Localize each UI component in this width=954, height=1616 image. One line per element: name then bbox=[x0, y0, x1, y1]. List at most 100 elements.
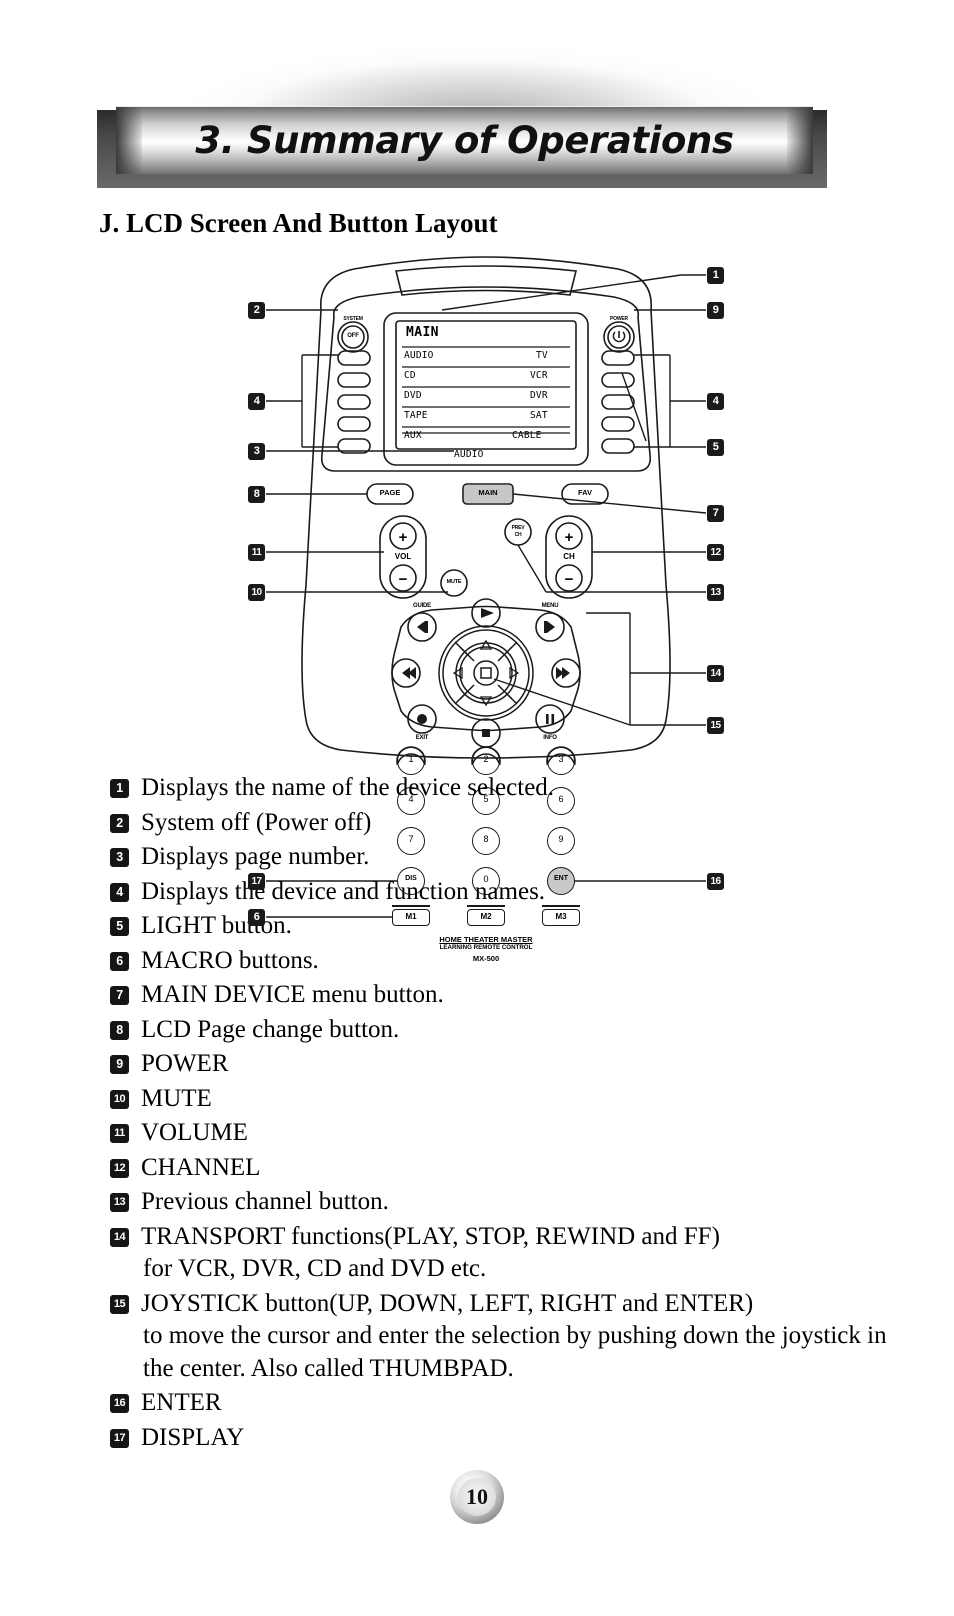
legend-text-9: POWER bbox=[141, 1050, 229, 1077]
macro-label-m3: M3 bbox=[555, 912, 567, 921]
volume-label: VOL bbox=[394, 552, 412, 561]
list-item: 10 MUTE bbox=[110, 1083, 900, 1116]
lcd-row-4-right[interactable]: CABLE bbox=[512, 430, 542, 441]
list-item: 7 MAIN DEVICE menu button. bbox=[110, 979, 900, 1012]
list-item: 4 Displays the device and function names… bbox=[110, 876, 900, 909]
keypad-label-3: 3 bbox=[558, 754, 564, 764]
list-item: 9 POWER bbox=[110, 1048, 900, 1081]
callout-11: 11 bbox=[248, 544, 265, 561]
legend-badge-6: 6 bbox=[110, 951, 129, 971]
list-item: 11 VOLUME bbox=[110, 1117, 900, 1150]
legend-badge-1: 1 bbox=[110, 779, 129, 798]
legend-badge-10: 10 bbox=[110, 1089, 129, 1109]
volume-down-icon[interactable]: − bbox=[393, 571, 413, 588]
legend-text-14-line1: TRANSPORT functions(PLAY, STOP, REWIND a… bbox=[141, 1222, 720, 1250]
legend-text-2: System off (Power off) bbox=[141, 808, 372, 836]
lcd-row-3-right[interactable]: SAT bbox=[530, 410, 548, 421]
list-item: 16 ENTER bbox=[110, 1387, 900, 1420]
page-number-badge: 10 bbox=[450, 1470, 504, 1524]
callout-14: 14 bbox=[707, 665, 724, 682]
list-item: 12 CHANNEL bbox=[110, 1152, 900, 1185]
list-item: 3 Displays page number. bbox=[110, 841, 900, 874]
legend-badge-3: 3 bbox=[110, 848, 129, 867]
list-item: 2 System off (Power off) bbox=[110, 807, 900, 840]
power-label: POWER bbox=[610, 316, 628, 322]
keypad-label-6: 6 bbox=[558, 794, 564, 804]
legend-badge-8: 8 bbox=[110, 1020, 129, 1040]
keypad-label-8: 8 bbox=[483, 834, 489, 844]
keypad-label-9: 9 bbox=[558, 834, 564, 844]
callout-3: 3 bbox=[248, 443, 265, 460]
lcd-row-0-right[interactable]: TV bbox=[536, 350, 548, 361]
lcd-row-4-left[interactable]: AUX bbox=[404, 430, 422, 441]
brand-name: HOME THEATER MASTER bbox=[439, 935, 533, 944]
callout-15: 15 bbox=[707, 717, 724, 734]
volume-up-icon[interactable]: + bbox=[393, 529, 413, 546]
callout-7: 7 bbox=[707, 505, 724, 522]
lcd-row-0-left[interactable]: AUDIO bbox=[404, 350, 434, 361]
legend-badge-14: 14 bbox=[110, 1227, 129, 1247]
lcd-page-label: AUDIO bbox=[454, 449, 484, 460]
page-number: 10 bbox=[458, 1478, 496, 1516]
ent-button-label: ENT bbox=[554, 875, 568, 882]
legend-badge-11: 11 bbox=[110, 1124, 129, 1143]
section-heading: J. LCD Screen And Button Layout bbox=[99, 208, 498, 238]
lcd-row-3-left[interactable]: TAPE bbox=[404, 410, 428, 421]
callout-1: 1 bbox=[707, 267, 724, 284]
list-item: 8 LCD Page change button. bbox=[110, 1014, 900, 1047]
menu-label: MENU bbox=[541, 603, 559, 609]
legend-badge-9: 9 bbox=[110, 1055, 129, 1074]
macro-label-m1: M1 bbox=[405, 912, 417, 921]
lcd-row-1-right[interactable]: VCR bbox=[530, 370, 548, 381]
legend-text-8: LCD Page change button. bbox=[141, 1015, 400, 1043]
callout-2: 2 bbox=[248, 302, 265, 319]
legend-text-15-line2: to move the cursor and enter the selecti… bbox=[143, 1322, 887, 1382]
list-item: 17 DISPLAY bbox=[110, 1422, 900, 1455]
chapter-banner: 3. Summary of Operations bbox=[0, 30, 954, 200]
callout-5: 5 bbox=[707, 439, 724, 456]
legend-badge-16: 16 bbox=[110, 1394, 129, 1413]
legend-text-12: CHANNEL bbox=[141, 1153, 261, 1181]
keypad-label-2: 2 bbox=[483, 754, 489, 764]
legend-badge-13: 13 bbox=[110, 1193, 129, 1212]
legend-text-15: JOYSTICK button(UP, DOWN, LEFT, RIGHT an… bbox=[129, 1288, 900, 1386]
lcd-row-1-left[interactable]: CD bbox=[404, 370, 416, 381]
lcd-row-2-right[interactable]: DVR bbox=[530, 390, 548, 401]
list-item: 1 Displays the name of the device select… bbox=[110, 772, 900, 805]
off-label: OFF bbox=[347, 333, 359, 339]
legend-text-14: TRANSPORT functions(PLAY, STOP, REWIND a… bbox=[129, 1221, 900, 1286]
page-button-label[interactable]: PAGE bbox=[367, 488, 413, 497]
keypad-label-0: 0 bbox=[483, 874, 489, 884]
list-item: 14 TRANSPORT functions(PLAY, STOP, REWIN… bbox=[110, 1221, 900, 1286]
channel-up-icon[interactable]: + bbox=[559, 529, 579, 546]
callout-16: 16 bbox=[707, 873, 724, 890]
prev-ch-label-line2[interactable]: CH bbox=[503, 532, 533, 538]
exit-label: EXIT bbox=[415, 735, 429, 741]
macro-label-m2: M2 bbox=[480, 912, 492, 921]
list-item: 15 JOYSTICK button(UP, DOWN, LEFT, RIGHT… bbox=[110, 1288, 900, 1386]
channel-label: CH bbox=[563, 552, 575, 561]
lcd-row-2-left[interactable]: DVD bbox=[404, 390, 422, 401]
callout-6: 6 bbox=[248, 909, 265, 926]
brand-subtitle: LEARNING REMOTE CONTROL bbox=[439, 944, 533, 951]
legend-badge-12: 12 bbox=[110, 1158, 129, 1178]
main-button-label[interactable]: MAIN bbox=[463, 488, 513, 497]
fav-button-label[interactable]: FAV bbox=[562, 488, 608, 497]
legend-text-17: DISPLAY bbox=[141, 1423, 245, 1451]
callout-17: 17 bbox=[248, 873, 265, 890]
keypad-label-1: 1 bbox=[408, 754, 414, 764]
system-label: SYSTEM bbox=[343, 316, 363, 322]
legend-text-15-line1: JOYSTICK button(UP, DOWN, LEFT, RIGHT an… bbox=[141, 1289, 754, 1317]
legend-text-3: Displays page number. bbox=[141, 843, 370, 870]
legend-text-10: MUTE bbox=[141, 1084, 212, 1112]
callout-4-right: 4 bbox=[707, 393, 724, 410]
info-label: INFO bbox=[543, 735, 557, 741]
legend-badge-15: 15 bbox=[110, 1294, 129, 1314]
legend-text-4: Displays the device and function names. bbox=[141, 877, 546, 905]
legend-text-14-line2: for VCR, DVR, CD and DVD etc. bbox=[143, 1255, 487, 1282]
prev-ch-label-line1[interactable]: PREV bbox=[503, 525, 533, 531]
device-model: MX-500 bbox=[472, 954, 500, 963]
mute-label[interactable]: MUTE bbox=[437, 579, 471, 585]
channel-down-icon[interactable]: − bbox=[559, 571, 579, 588]
legend-badge-4: 4 bbox=[110, 882, 129, 902]
